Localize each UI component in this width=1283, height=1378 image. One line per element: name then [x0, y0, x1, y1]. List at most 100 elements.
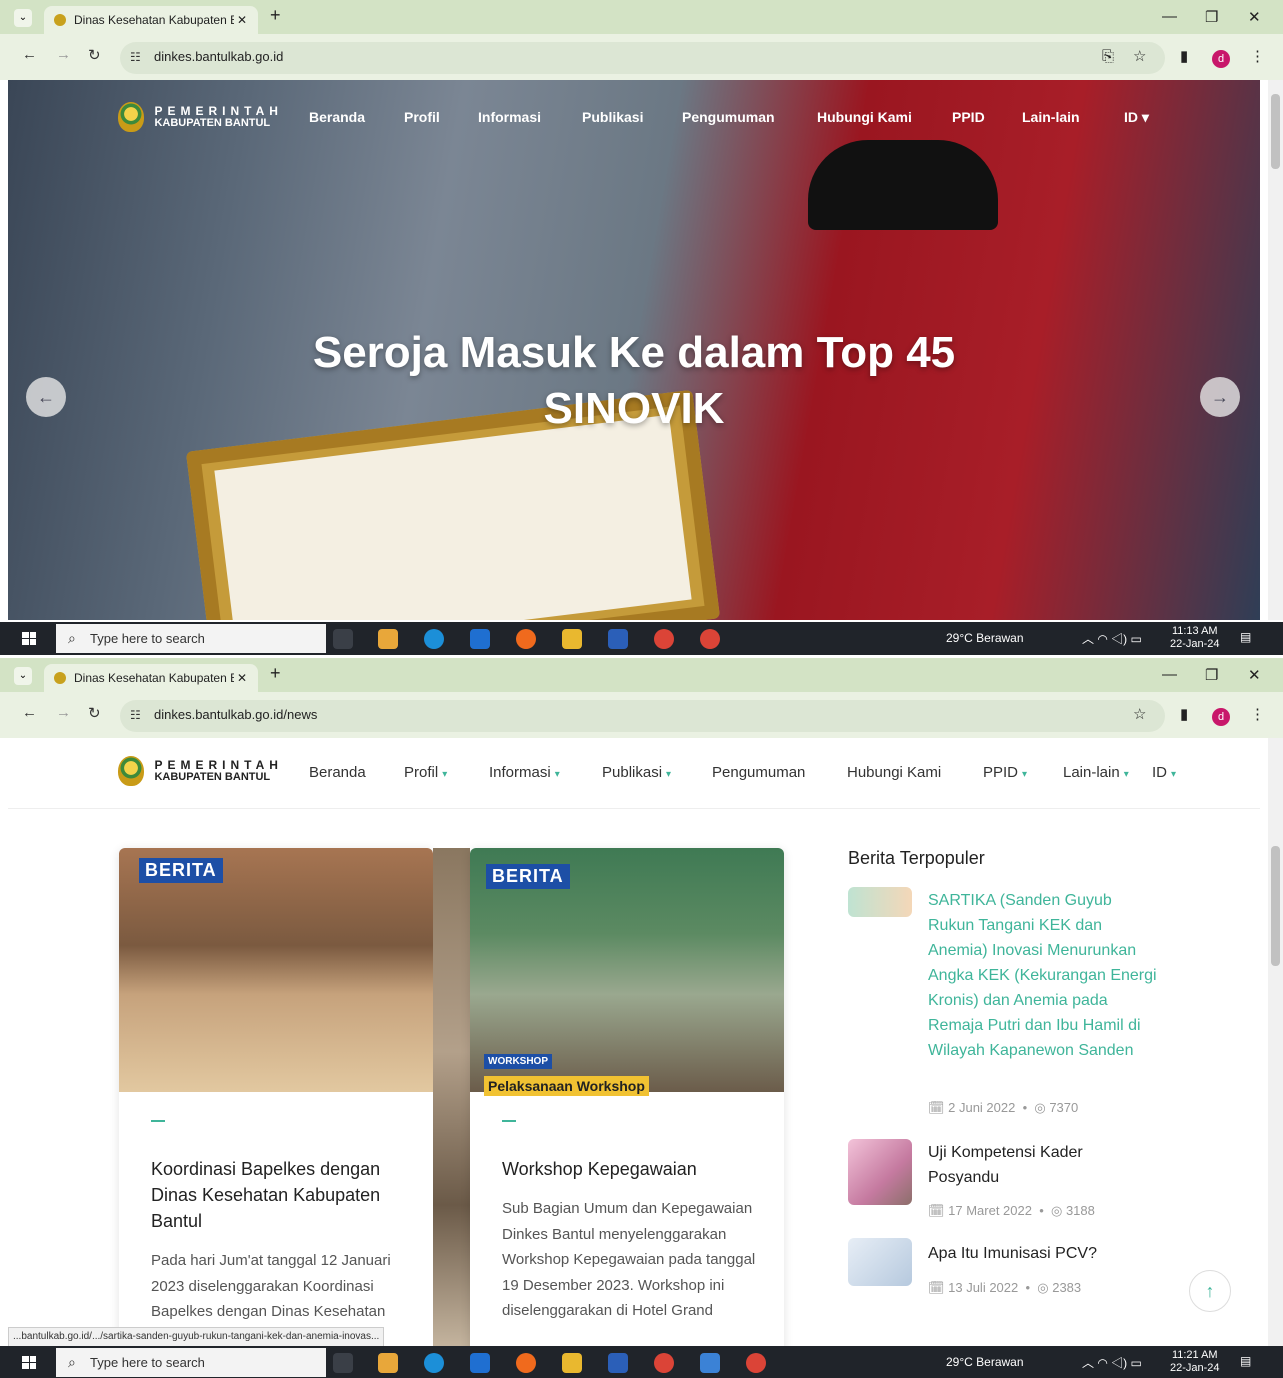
store-icon[interactable]: [378, 1353, 398, 1373]
nav-ppid[interactable]: PPID ▾: [983, 764, 1027, 781]
nav-lain-lain[interactable]: Lain-lain: [1022, 109, 1080, 125]
file-explorer-icon[interactable]: [562, 1353, 582, 1373]
nav-beranda[interactable]: Beranda: [309, 764, 366, 781]
system-tray-icons[interactable]: ︿ ◠ ◁) ▭: [1082, 1354, 1142, 1371]
slider-next-button[interactable]: →: [1200, 377, 1240, 417]
nav-language[interactable]: ID ▾: [1124, 109, 1149, 126]
photos-icon[interactable]: [700, 1353, 720, 1373]
weather-widget[interactable]: 29°C Berawan: [946, 1355, 1024, 1369]
system-tray-icons[interactable]: ︿ ◠ ◁) ▭: [1082, 630, 1142, 647]
slider-prev-button[interactable]: ←: [26, 377, 66, 417]
close-window-button[interactable]: ✕: [1248, 666, 1261, 684]
back-button[interactable]: ←: [22, 704, 37, 721]
site-logo[interactable]: PEMERINTAH KABUPATEN BANTUL: [118, 102, 283, 132]
nav-beranda[interactable]: Beranda: [309, 109, 365, 125]
new-tab-button[interactable]: +: [270, 5, 281, 26]
weather-widget[interactable]: 29°C Berawan: [946, 631, 1024, 645]
restore-button[interactable]: ❐: [1205, 666, 1218, 684]
back-to-top-button[interactable]: ↑: [1189, 1270, 1231, 1312]
popular-thumbnail[interactable]: [848, 887, 912, 917]
nav-profil[interactable]: Profil ▾: [404, 764, 447, 781]
minimize-button[interactable]: —: [1162, 8, 1177, 25]
url-text[interactable]: dinkes.bantulkab.go.id/news: [154, 707, 317, 722]
tab-search-button[interactable]: ⌄: [14, 667, 32, 685]
nav-publikasi[interactable]: Publikasi ▾: [602, 764, 671, 781]
close-tab-icon[interactable]: ✕: [234, 13, 250, 27]
nav-informasi[interactable]: Informasi ▾: [489, 764, 560, 781]
chrome-icon[interactable]: [654, 1353, 674, 1373]
card-title[interactable]: Workshop Kepegawaian: [502, 1156, 762, 1182]
browser-tab[interactable]: Dinas Kesehatan Kabupaten Ba ✕: [44, 6, 258, 34]
news-card-image[interactable]: BERITA: [119, 848, 433, 1092]
task-view-icon[interactable]: [333, 629, 353, 649]
edge-icon[interactable]: [424, 1353, 444, 1373]
menu-icon[interactable]: ⋮: [1250, 47, 1265, 65]
store-icon[interactable]: [378, 629, 398, 649]
menu-icon[interactable]: ⋮: [1250, 705, 1265, 723]
profile-avatar[interactable]: d: [1212, 50, 1230, 68]
close-tab-icon[interactable]: ✕: [234, 671, 250, 685]
firefox-icon[interactable]: [516, 629, 536, 649]
hero-headline[interactable]: Seroja Masuk Ke dalam Top 45 SINOVIK: [8, 325, 1260, 437]
task-view-icon[interactable]: [333, 1353, 353, 1373]
windows-start-icon[interactable]: [22, 632, 36, 645]
site-info-icon[interactable]: ☷: [130, 50, 141, 64]
file-explorer-icon[interactable]: [562, 629, 582, 649]
reload-button[interactable]: ↻: [88, 46, 101, 64]
taskbar-search[interactable]: ⌕ Type here to search: [56, 624, 326, 653]
close-window-button[interactable]: ✕: [1248, 8, 1261, 26]
edge-icon[interactable]: [424, 629, 444, 649]
popular-title[interactable]: SARTIKA (Sanden Guyub Rukun Tangani KEK …: [928, 888, 1158, 1063]
translate-icon[interactable]: ⎘: [1102, 48, 1114, 65]
notifications-icon[interactable]: ▤: [1240, 630, 1251, 644]
nav-informasi[interactable]: Informasi: [478, 109, 541, 125]
nav-pengumuman[interactable]: Pengumuman: [712, 764, 805, 781]
bookmark-star-icon[interactable]: ☆: [1133, 47, 1146, 65]
reload-button[interactable]: ↻: [88, 704, 101, 722]
nav-hubungi-kami[interactable]: Hubungi Kami: [847, 764, 941, 781]
profile-avatar[interactable]: d: [1212, 708, 1230, 726]
back-button[interactable]: ←: [22, 46, 37, 63]
tab-search-button[interactable]: ⌄: [14, 9, 32, 27]
firefox-icon[interactable]: [516, 1353, 536, 1373]
settings-icon[interactable]: [470, 629, 490, 649]
forward-button[interactable]: →: [56, 704, 71, 721]
popular-title[interactable]: Uji Kompetensi Kader Posyandu: [928, 1140, 1158, 1190]
site-logo[interactable]: PEMERINTAH KABUPATEN BANTUL: [118, 756, 283, 786]
card-title[interactable]: Koordinasi Bapelkes dengan Dinas Kesehat…: [151, 1156, 411, 1234]
news-card-image[interactable]: BERITA WORKSHOP Pelaksanaan Workshop: [470, 848, 784, 1096]
side-panel-icon[interactable]: ▮: [1180, 705, 1188, 723]
page-scrollbar[interactable]: [1268, 738, 1283, 1346]
nav-profil[interactable]: Profil: [404, 109, 440, 125]
minimize-button[interactable]: —: [1162, 666, 1177, 683]
popular-title[interactable]: Apa Itu Imunisasi PCV?: [928, 1241, 1158, 1266]
site-info-icon[interactable]: ☷: [130, 708, 141, 722]
nav-publikasi[interactable]: Publikasi: [582, 109, 643, 125]
taskbar-clock[interactable]: 11:21 AM 22-Jan-24: [1170, 1349, 1220, 1375]
word-icon[interactable]: [608, 629, 628, 649]
new-tab-button[interactable]: +: [270, 663, 281, 684]
url-text[interactable]: dinkes.bantulkab.go.id: [154, 49, 283, 64]
popular-thumbnail[interactable]: [848, 1139, 912, 1205]
taskbar-clock[interactable]: 11:13 AM 22-Jan-24: [1170, 625, 1220, 651]
nav-pengumuman[interactable]: Pengumuman: [682, 109, 775, 125]
taskbar-search[interactable]: ⌕ Type here to search: [56, 1348, 326, 1377]
forward-button[interactable]: →: [56, 46, 71, 63]
bookmark-star-icon[interactable]: ☆: [1133, 705, 1146, 723]
popular-thumbnail[interactable]: [848, 1238, 912, 1286]
chrome-icon[interactable]: [654, 629, 674, 649]
nav-hubungi-kami[interactable]: Hubungi Kami: [817, 109, 912, 125]
chrome-profile-icon[interactable]: [700, 629, 720, 649]
nav-language[interactable]: ID ▾: [1152, 764, 1176, 781]
notifications-icon[interactable]: ▤: [1240, 1354, 1251, 1368]
word-icon[interactable]: [608, 1353, 628, 1373]
chrome-profile-icon[interactable]: [746, 1353, 766, 1373]
windows-start-icon[interactable]: [22, 1356, 36, 1369]
news-card[interactable]: BERITA WORKSHOP Pelaksanaan Workshop Wor…: [470, 848, 784, 1346]
page-scrollbar[interactable]: [1268, 80, 1283, 620]
settings-icon[interactable]: [470, 1353, 490, 1373]
side-panel-icon[interactable]: ▮: [1180, 47, 1188, 65]
nav-ppid[interactable]: PPID: [952, 109, 985, 125]
nav-lain-lain[interactable]: Lain-lain ▾: [1063, 764, 1129, 781]
news-card[interactable]: BERITA Koordinasi Bapelkes dengan Dinas …: [119, 848, 433, 1346]
